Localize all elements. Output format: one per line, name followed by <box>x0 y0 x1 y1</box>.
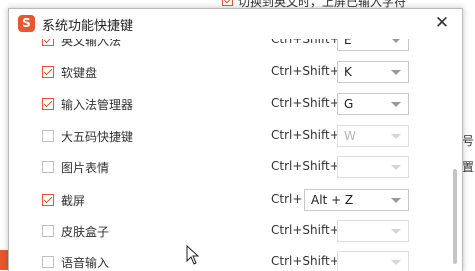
shortcut-modifier: Ctrl+Shift+ <box>271 128 340 142</box>
shortcut-key-dropdown[interactable]: K <box>337 61 409 83</box>
shortcut-modifier: Ctrl+Shift+ <box>271 39 340 46</box>
shortcut-checkbox[interactable] <box>42 225 54 237</box>
shortcut-row: 输入法管理器 Ctrl+Shift+ G <box>9 88 449 120</box>
shortcut-row: 大五码快捷键 Ctrl+Shift+ W <box>9 120 449 152</box>
shortcut-key-value: K <box>344 65 352 79</box>
shortcut-modifier: Ctrl+Shift+ <box>271 96 340 110</box>
shortcut-key-dropdown[interactable] <box>337 251 409 271</box>
shortcut-row: 英文输入法 Ctrl+Shift+ E <box>9 39 449 56</box>
shortcut-checkbox[interactable] <box>42 194 54 206</box>
shortcut-list: 英文输入法 Ctrl+Shift+ E 软键盘 Ctrl+Shift+ K 输入法管理器 Ct… <box>9 39 462 271</box>
chevron-down-icon <box>391 198 401 203</box>
shortcut-label: 皮肤盒子 <box>61 225 110 239</box>
background-option-checkbox <box>222 0 233 6</box>
scrollbar-thumb[interactable] <box>453 169 457 264</box>
shortcut-modifier: Ctrl+Shift+ <box>271 159 340 173</box>
chevron-down-icon <box>391 134 401 139</box>
shortcut-checkbox[interactable] <box>42 98 54 110</box>
shortcut-modifier: Ctrl+Shift+ <box>271 223 340 237</box>
sogou-logo-icon: S <box>18 15 35 32</box>
background-window-strip: 切换到英文时，上屏已输入字符 <box>0 0 475 8</box>
shortcut-key-value: Alt + Z <box>311 193 354 207</box>
shortcut-key-dropdown[interactable] <box>337 220 409 242</box>
shortcut-label: 软键盘 <box>61 66 98 80</box>
shortcut-key-value: W <box>344 129 356 143</box>
dialog-titlebar[interactable]: S 系统功能快捷键 ✕ <box>9 9 462 39</box>
shortcut-checkbox[interactable] <box>42 39 54 46</box>
shortcut-label: 语音输入 <box>61 256 110 270</box>
shortcut-checkbox[interactable] <box>42 256 54 268</box>
chevron-down-icon <box>391 229 401 234</box>
shortcut-modifier: Ctrl+ <box>271 192 303 206</box>
shortcut-checkbox[interactable] <box>42 161 54 173</box>
chevron-down-icon <box>391 102 401 107</box>
shortcut-label: 截屏 <box>61 194 86 208</box>
shortcut-label: 图片表情 <box>61 161 110 175</box>
chevron-down-icon <box>391 39 401 43</box>
shortcut-checkbox[interactable] <box>42 130 54 142</box>
shortcut-row: 语音输入 Ctrl+Shift+ <box>9 246 449 271</box>
shortcut-key-dropdown[interactable]: E <box>337 39 409 51</box>
chevron-down-icon <box>391 165 401 170</box>
chevron-down-icon <box>391 70 401 75</box>
shortcut-row: 皮肤盒子 Ctrl+Shift+ <box>9 215 449 247</box>
shortcut-row: 软键盘 Ctrl+Shift+ K <box>9 56 449 88</box>
shortcut-row: 图片表情 Ctrl+Shift+ <box>9 151 449 183</box>
dialog-title: 系统功能快捷键 <box>42 19 134 34</box>
vertical-scrollbar[interactable] <box>452 39 458 271</box>
shortcut-key-value: G <box>344 97 354 111</box>
shortcut-key-value: E <box>344 39 352 47</box>
shortcut-key-dropdown[interactable] <box>337 156 409 178</box>
background-fragment-2: 置 <box>462 160 475 174</box>
shortcut-modifier: Ctrl+Shift+ <box>271 254 340 268</box>
shortcut-key-dropdown[interactable]: W <box>337 125 409 147</box>
shortcut-label: 输入法管理器 <box>61 98 134 112</box>
shortcut-label: 大五码快捷键 <box>61 130 134 144</box>
close-icon[interactable]: ✕ <box>432 12 452 34</box>
chevron-down-icon <box>391 260 401 265</box>
shortcut-row: 截屏 Ctrl+ Alt + Z <box>9 184 449 216</box>
shortcut-dialog: S 系统功能快捷键 ✕ 英文输入法 Ctrl+Shift+ E 软键盘 Ctrl+Shi… <box>8 8 463 271</box>
shortcut-key-dropdown[interactable]: Alt + Z <box>304 189 409 211</box>
shortcut-label: 英文输入法 <box>61 39 122 48</box>
background-fragment-1: 号 <box>462 134 475 148</box>
shortcut-modifier: Ctrl+Shift+ <box>271 64 340 78</box>
shortcut-checkbox[interactable] <box>42 66 54 78</box>
background-option-text: 切换到英文时，上屏已输入字符 <box>238 0 407 8</box>
mouse-cursor-icon <box>186 245 200 265</box>
shortcut-key-dropdown[interactable]: G <box>337 93 409 115</box>
